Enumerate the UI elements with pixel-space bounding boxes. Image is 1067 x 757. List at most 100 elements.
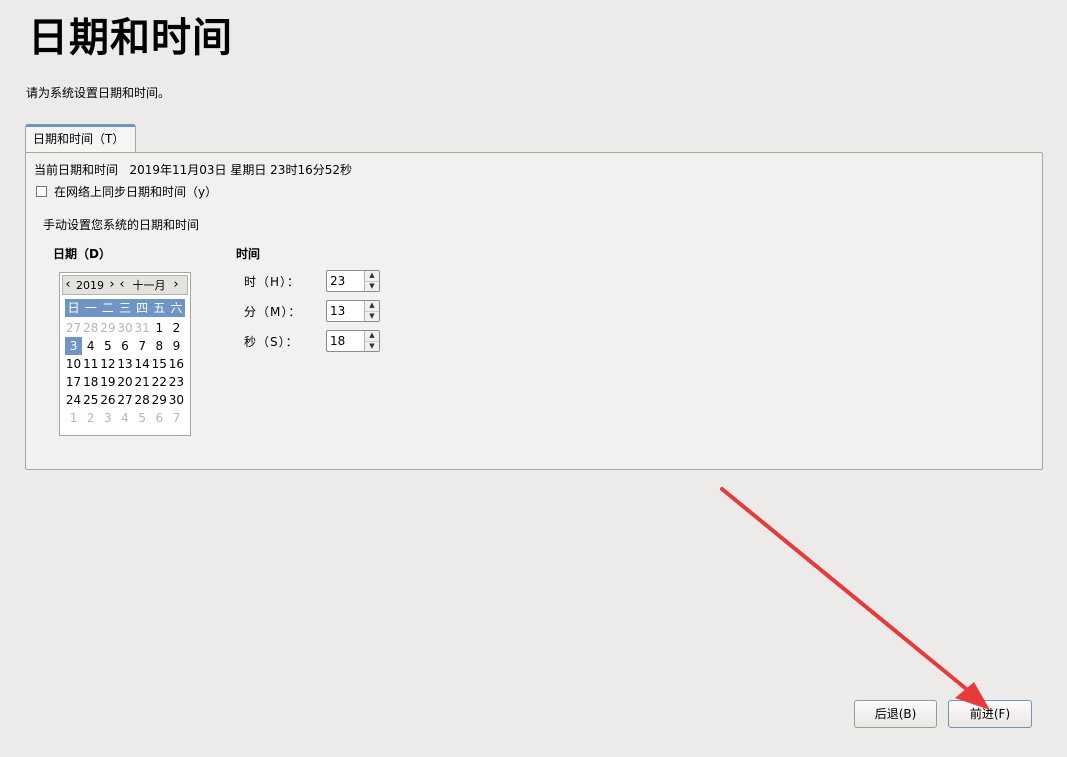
calendar-day[interactable]: 19 (99, 373, 116, 391)
next-month-icon[interactable]: › (171, 277, 181, 293)
calendar-week-row: 27 28 29 30 31 1 2 (65, 319, 185, 337)
calendar-day[interactable]: 7 (134, 337, 151, 355)
chevron-up-icon[interactable]: ▲ (365, 301, 379, 312)
calendar-week-row: 10 11 12 13 14 15 16 (65, 355, 185, 373)
second-spinner[interactable]: 18 ▲ ▼ (326, 330, 380, 352)
back-button[interactable]: 后退(B) (854, 700, 937, 728)
calendar-day[interactable]: 17 (65, 373, 82, 391)
tab-date-time[interactable]: 日期和时间（T） (25, 124, 136, 152)
calendar-day[interactable]: 29 (151, 391, 168, 409)
minute-spin-buttons[interactable]: ▲ ▼ (364, 301, 379, 321)
calendar-day[interactable]: 28 (134, 391, 151, 409)
calendar-day[interactable]: 11 (82, 355, 99, 373)
calendar-day[interactable]: 4 (82, 337, 99, 355)
calendar-day[interactable]: 24 (65, 391, 82, 409)
calendar-day[interactable]: 8 (151, 337, 168, 355)
calendar-grid: 27 28 29 30 31 1 2 3 4 5 6 7 8 9 10 11 12 13 14 15 16 17 18 19 2… (65, 319, 185, 427)
weekday-header: 一 (84, 301, 97, 315)
calendar-week-row: 1234567 (65, 409, 185, 427)
date-time-panel: 当前日期和时间 2019年11月03日 星期日 23时16分52秒 在网络上同步… (25, 152, 1043, 470)
calendar-day[interactable]: 21 (134, 373, 151, 391)
calendar-day[interactable]: 31 (134, 319, 151, 337)
calendar-day[interactable]: 15 (151, 355, 168, 373)
hour-spin-buttons[interactable]: ▲ ▼ (364, 271, 379, 291)
calendar-day[interactable]: 25 (82, 391, 99, 409)
chevron-down-icon[interactable]: ▼ (365, 342, 379, 352)
page-title: 日期和时间 (28, 15, 233, 61)
chevron-up-icon[interactable]: ▲ (365, 331, 379, 342)
weekday-header: 五 (153, 301, 166, 315)
chevron-down-icon[interactable]: ▼ (365, 312, 379, 322)
calendar-day[interactable]: 22 (151, 373, 168, 391)
calendar-week-row: 17 18 19 20 21 22 23 (65, 373, 185, 391)
sync-row[interactable]: 在网络上同步日期和时间（y） (36, 183, 217, 200)
calendar-day[interactable]: 16 (168, 355, 185, 373)
next-year-icon[interactable]: › (107, 277, 117, 293)
calendar-year: 2019 (76, 278, 104, 292)
calendar-day[interactable]: 1 (151, 319, 168, 337)
hour-label: 时（H）： (244, 274, 301, 289)
calendar-day[interactable]: 18 (82, 373, 99, 391)
calendar: ‹ 2019 › ‹ 十一月 › 日一二三四五六 27 28 29 30 31 1 2 3 4 5… (59, 272, 191, 436)
calendar-month: 十一月 (132, 279, 166, 292)
calendar-day[interactable]: 23 (168, 373, 185, 391)
calendar-day[interactable]: 30 (168, 391, 185, 409)
calendar-day[interactable]: 4 (116, 409, 133, 427)
calendar-day[interactable]: 9 (168, 337, 185, 355)
calendar-day[interactable]: 6 (151, 409, 168, 427)
sync-label[interactable]: 在网络上同步日期和时间（y） (54, 183, 217, 200)
weekday-header: 二 (101, 301, 114, 315)
calendar-day[interactable]: 5 (134, 409, 151, 427)
calendar-day[interactable]: 27 (116, 391, 133, 409)
calendar-weekdays: 日一二三四五六 (65, 299, 185, 317)
calendar-day[interactable]: 3 (99, 409, 116, 427)
calendar-day[interactable]: 14 (134, 355, 151, 373)
calendar-day[interactable]: 2 (82, 409, 99, 427)
weekday-header: 三 (118, 301, 131, 315)
calendar-day[interactable]: 30 (116, 319, 133, 337)
calendar-day[interactable]: 28 (82, 319, 99, 337)
calendar-day[interactable]: 26 (99, 391, 116, 409)
calendar-day[interactable]: 10 (65, 355, 82, 373)
weekday-header: 四 (136, 301, 149, 315)
second-row: 秒（S）： 18 ▲ ▼ (236, 330, 380, 352)
calendar-day[interactable]: 27 (65, 319, 82, 337)
hour-row: 时（H）： 23 ▲ ▼ (236, 270, 380, 292)
calendar-week-row: 24 25 26 27 28 29 30 (65, 391, 185, 409)
calendar-day[interactable]: 29 (99, 319, 116, 337)
calendar-day[interactable]: 13 (116, 355, 133, 373)
manual-heading: 手动设置您系统的日期和时间 (43, 218, 200, 232)
page-subtitle: 请为系统设置日期和时间。 (26, 86, 171, 100)
minute-row: 分（M）： 13 ▲ ▼ (236, 300, 380, 322)
current-datetime-label: 当前日期和时间 (34, 163, 119, 177)
hour-spinner[interactable]: 23 ▲ ▼ (326, 270, 380, 292)
calendar-day[interactable]: 3 (65, 337, 83, 355)
second-label: 秒（S）： (244, 334, 299, 349)
weekday-header: 日 (67, 301, 80, 315)
current-datetime: 当前日期和时间 2019年11月03日 星期日 23时16分52秒 (34, 161, 352, 178)
minute-value[interactable]: 13 (327, 301, 364, 321)
calendar-day[interactable]: 7 (168, 409, 185, 427)
calendar-day[interactable]: 5 (99, 337, 116, 355)
minute-label: 分（M）： (244, 304, 302, 319)
chevron-up-icon[interactable]: ▲ (365, 271, 379, 282)
second-spin-buttons[interactable]: ▲ ▼ (364, 331, 379, 351)
date-label: 日期（D） (53, 247, 111, 261)
calendar-day[interactable]: 2 (168, 319, 185, 337)
weekday-header: 六 (170, 301, 183, 315)
minute-spinner[interactable]: 13 ▲ ▼ (326, 300, 380, 322)
calendar-day[interactable]: 20 (116, 373, 133, 391)
hour-value[interactable]: 23 (327, 271, 364, 291)
calendar-day[interactable]: 1 (65, 409, 82, 427)
next-button[interactable]: 前进(F) (948, 700, 1032, 728)
prev-year-icon[interactable]: ‹ (63, 277, 73, 293)
sync-checkbox[interactable] (36, 186, 47, 197)
second-value[interactable]: 18 (327, 331, 364, 351)
calendar-header: ‹ 2019 › ‹ 十一月 › (62, 275, 188, 295)
prev-month-icon[interactable]: ‹ (117, 277, 127, 293)
calendar-week-row: 3456789 (65, 337, 185, 355)
calendar-day[interactable]: 12 (99, 355, 116, 373)
time-label: 时间 (236, 247, 261, 261)
calendar-day[interactable]: 6 (116, 337, 133, 355)
chevron-down-icon[interactable]: ▼ (365, 282, 379, 292)
